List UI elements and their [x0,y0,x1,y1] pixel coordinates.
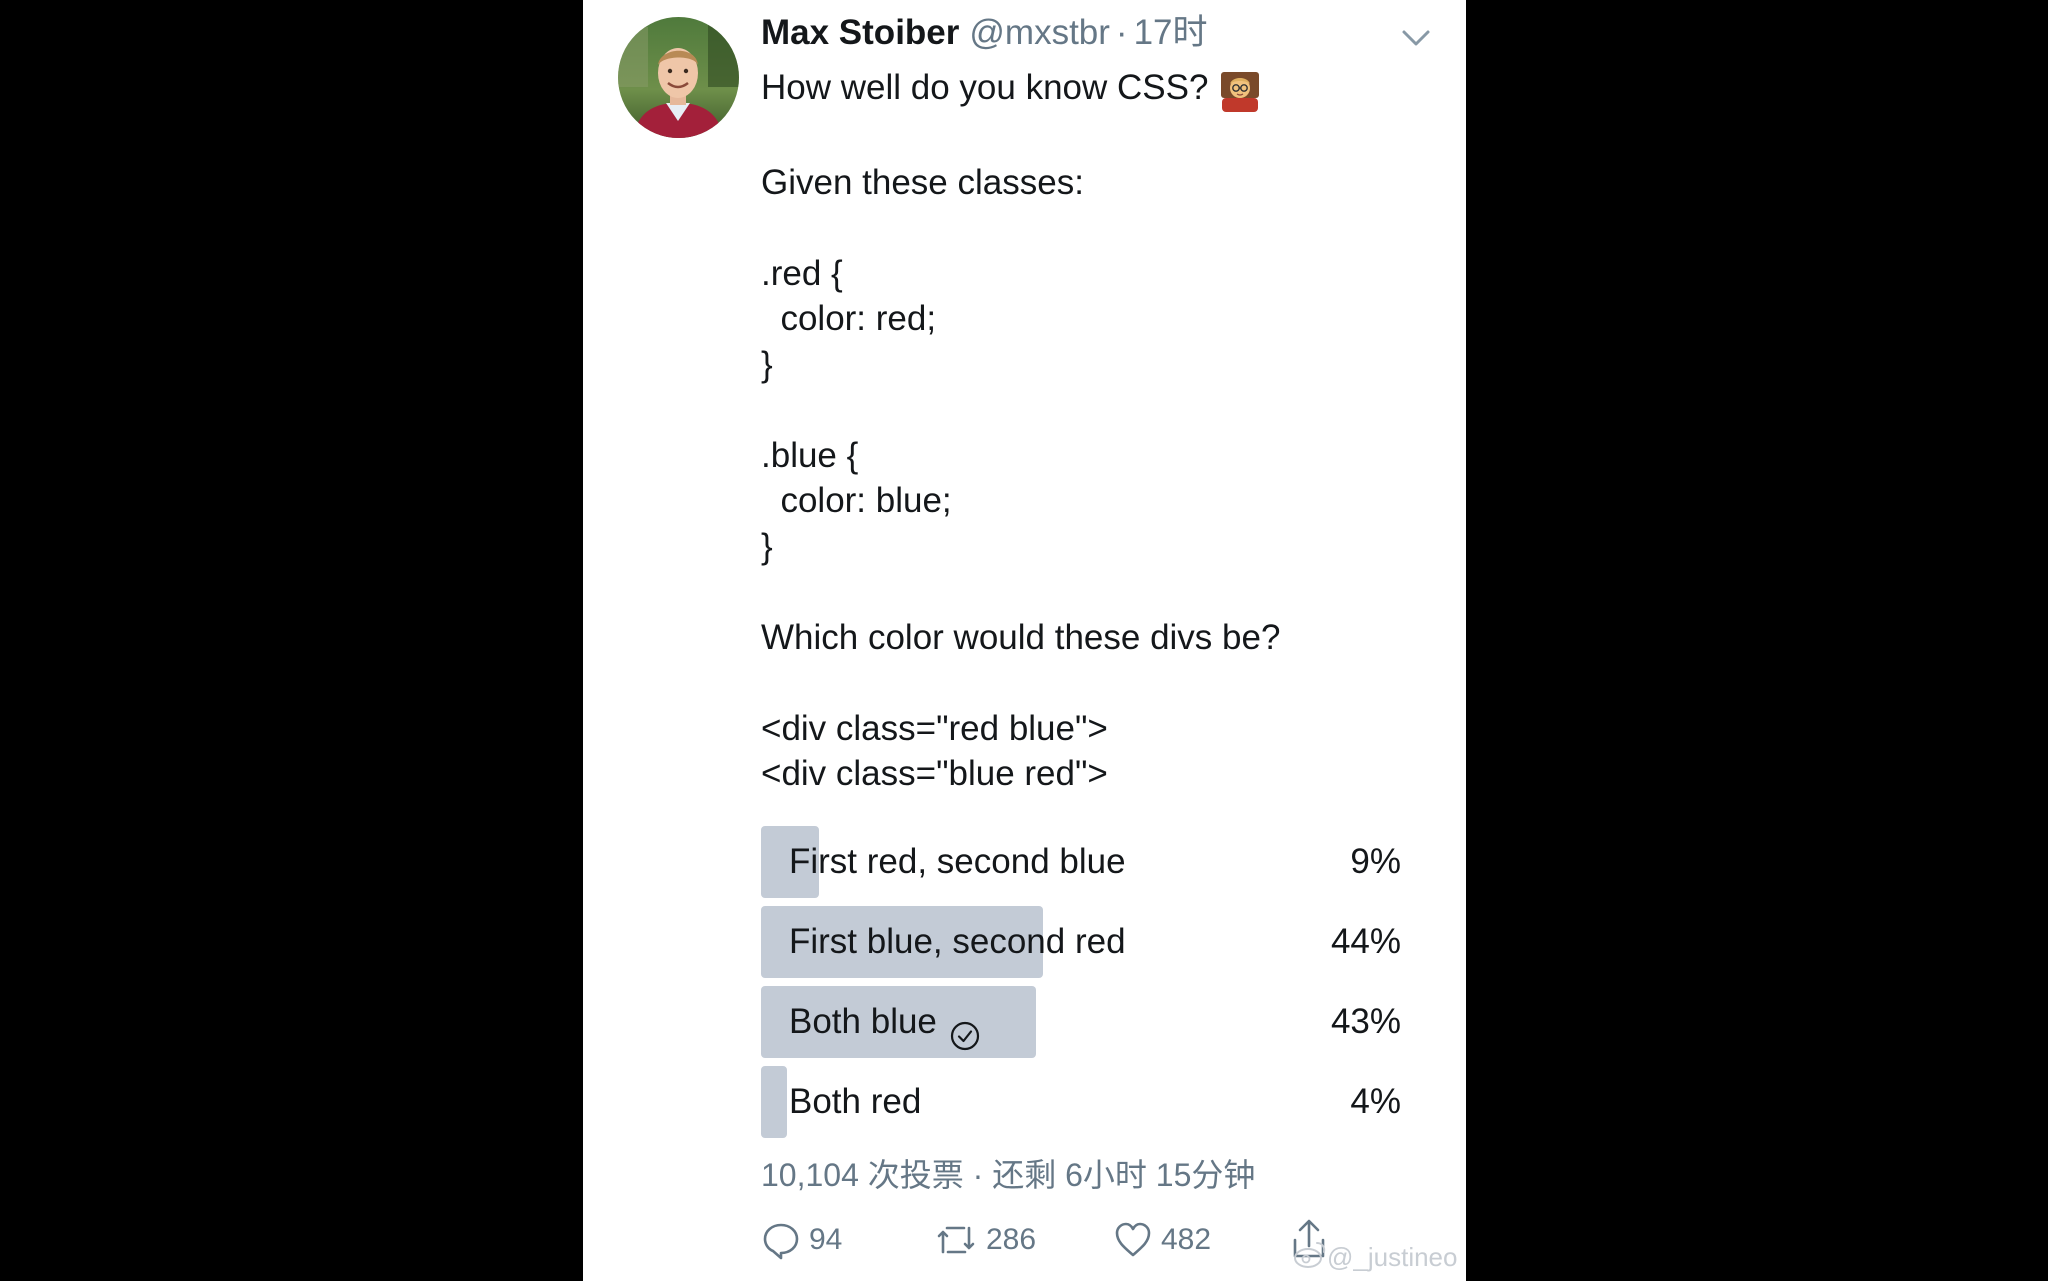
reply-icon [761,1220,801,1260]
retweet-count: 286 [986,1223,1037,1256]
tweet-header: Max Stoiber @mxstbr · 17时 [761,10,1208,55]
like-count: 482 [1161,1223,1212,1256]
watermark: @_justineo [1293,1240,1457,1274]
tweet-line: Which color would these divs be? [761,618,1281,657]
man-teacher-emoji-icon [1218,68,1262,112]
chevron-down-icon[interactable] [1398,22,1434,52]
code-line: <div class="blue red"> [761,754,1108,793]
tweet-line: Given these classes: [761,163,1084,202]
separator-dot: · [1115,13,1128,52]
like-button[interactable]: 482 [1113,1215,1211,1265]
reply-count: 94 [809,1223,843,1256]
poll-option-selected[interactable]: Both blue 43% [761,986,1401,1058]
avatar[interactable] [618,17,739,138]
tweet-card: Max Stoiber @mxstbr · 17时 How well do you k… [583,0,1466,1281]
poll-option-percent: 4% [1350,1082,1401,1121]
code-line: } [761,527,773,566]
code-line: color: red; [761,299,937,338]
poll-option-percent: 43% [1330,1002,1401,1041]
poll-option-label: First red, second blue [789,842,1126,881]
author-name[interactable]: Max Stoiber [761,13,959,52]
code-line: color: blue; [761,481,952,520]
code-line: } [761,345,773,384]
weibo-logo-icon [1293,1239,1327,1276]
poll-option-label: Both red [789,1082,922,1121]
heart-icon [1113,1220,1153,1260]
retweet-button[interactable]: 286 [934,1215,1036,1265]
tweet-line: How well do you know CSS? [761,65,1262,112]
watermark-text: @_justineo [1327,1241,1458,1272]
poll-option[interactable]: Both red 4% [761,1066,1401,1138]
retweet-icon [934,1220,978,1260]
author-handle[interactable]: @mxstbr [969,13,1110,52]
poll-option-percent: 44% [1330,922,1401,961]
poll-option[interactable]: First blue, second red 44% [761,906,1401,978]
poll-option-label: Both blue [789,986,981,1058]
code-line: .red { [761,254,843,293]
tweet-time[interactable]: 17时 [1134,13,1208,52]
poll-option-label: First blue, second red [789,922,1126,961]
code-line: .blue { [761,436,859,475]
poll-option[interactable]: First red, second blue 9% [761,826,1401,898]
check-circle-icon [949,1005,981,1050]
poll-summary: 10,104 次投票 · 还剩 6小时 15分钟 [761,1157,1256,1193]
poll-option-percent: 9% [1350,842,1401,881]
reply-button[interactable]: 94 [761,1215,842,1265]
code-line: <div class="red blue"> [761,709,1108,748]
poll-bar [761,1066,787,1138]
